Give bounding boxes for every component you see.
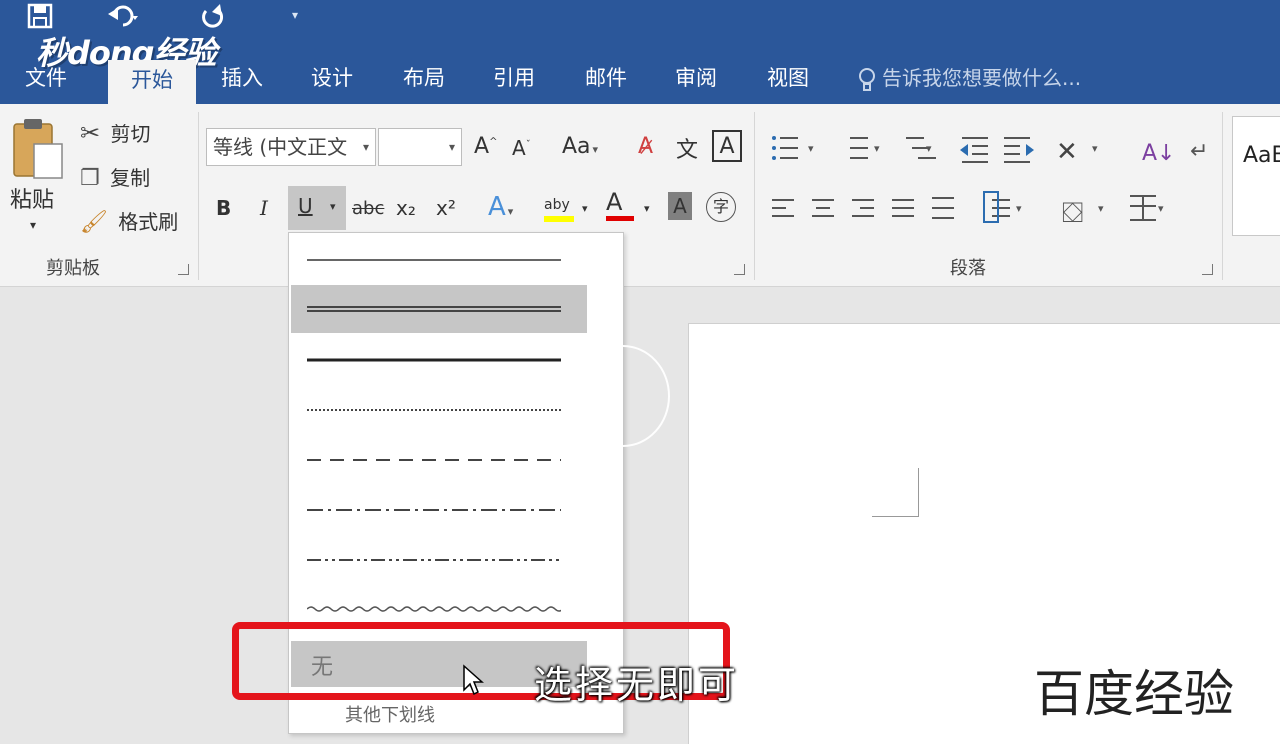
margin-corner-mark [872,468,919,517]
lightbulb-icon [859,67,875,91]
character-shading-button[interactable]: A [668,192,692,220]
chevron-down-icon[interactable]: ▾ [582,202,588,215]
clipboard-group-label: 剪贴板 [46,258,100,279]
paragraph-launcher-icon[interactable] [1202,264,1213,275]
svg-text:▾: ▾ [874,142,880,155]
mouse-cursor-icon [463,664,484,696]
enclose-characters-button[interactable]: 字 [706,192,736,222]
clear-formatting-icon[interactable]: A̷ [638,134,653,159]
video-subtitle: 选择无即可 [534,663,740,707]
subscript-button[interactable]: x₂ [396,196,416,220]
phonetic-guide-button[interactable]: 文 [676,132,698,164]
paragraph-icons[interactable]: ▾ ▾ ▾ ▾ ▾ ▾ ▾ ✕ A↓ ↵ ⛋ [766,130,1226,230]
font-color-label: A [606,188,623,216]
underline-option-dashed[interactable] [291,435,587,483]
chevron-down-icon: ▾ [330,200,336,213]
highlight-color-button[interactable]: aby [544,190,574,222]
font-color-swatch [606,216,634,221]
copy-label: 复制 [110,166,151,190]
underline-option-single[interactable] [291,235,587,283]
italic-button[interactable]: I [260,196,268,220]
tab-review[interactable]: 审阅 [666,58,726,104]
svg-text:⛋: ⛋ [1062,196,1083,229]
group-separator [754,112,755,280]
grow-font-button[interactable]: A^ [474,134,497,159]
paste-label[interactable]: 粘贴 [10,182,54,214]
group-separator [1222,112,1223,280]
tab-layout[interactable]: 布局 [394,58,454,104]
paste-button[interactable] [10,116,66,189]
underline-option-dash-dot[interactable] [291,485,587,533]
tab-file[interactable]: 文件 [14,58,78,104]
more-underlines-item[interactable]: 其他下划线 [345,701,435,727]
tell-me-search[interactable]: 告诉我您想要做什么... [858,58,1081,98]
font-size-select[interactable]: ▾ [378,128,462,166]
svg-text:✕: ✕ [1056,137,1078,167]
tab-home[interactable]: 开始 [108,60,196,104]
tab-references[interactable]: 引用 [484,58,544,104]
character-border-icon[interactable]: A [712,130,742,162]
tab-mailings[interactable]: 邮件 [576,58,636,104]
chevron-down-icon: ▾ [448,140,455,154]
underline-option-dash-dot-dot[interactable] [291,535,587,583]
chevron-down-icon[interactable]: ▾ [644,202,650,215]
underline-option-dotted[interactable] [291,385,587,433]
format-painter-label: 格式刷 [118,210,179,234]
svg-text:▾: ▾ [1158,202,1164,215]
copy-button[interactable]: ❐ 复制 [80,162,150,191]
copy-icon: ❐ [80,166,100,191]
chevron-down-icon: ▾ [507,205,514,218]
change-case-button[interactable]: Aa ▾ [562,134,598,159]
svg-text:▾: ▾ [926,142,932,155]
chevron-down-icon: ▾ [592,143,599,156]
svg-text:▾: ▾ [808,142,814,155]
clipboard-icon [13,119,63,179]
change-case-label: Aa [562,134,591,159]
styles-gallery[interactable]: AaB [1232,116,1280,236]
format-painter-button[interactable]: 🖌 格式刷 [80,206,178,235]
svg-text:↵: ↵ [1190,139,1208,164]
cut-button[interactable]: ✂ 剪切 [80,118,150,147]
svg-text:▾: ▾ [1092,142,1098,155]
tab-insert[interactable]: 插入 [212,58,272,104]
tab-view[interactable]: 视图 [758,58,818,104]
paragraph-group-label: 段落 [950,258,986,279]
style-preview-text: AaB [1243,143,1280,168]
cut-label: 剪切 [110,122,151,146]
font-name-value: 等线 (中文正文 [213,135,348,159]
tab-design[interactable]: 设计 [302,58,362,104]
strikethrough-button[interactable]: abc [352,198,384,219]
customize-qat-icon[interactable]: ▾ [292,8,298,22]
shrink-font-button[interactable]: Aˇ [512,136,531,160]
underline-option-thick[interactable] [291,335,587,383]
highlight-label: aby [544,197,570,213]
svg-text:A↓: A↓ [1142,141,1175,166]
underline-option-double[interactable] [291,285,587,333]
svg-text:▾: ▾ [1098,202,1104,215]
underline-label: U [298,194,313,218]
font-color-button[interactable]: A [606,188,634,221]
paintbrush-icon: 🖌 [80,210,108,235]
scissors-icon: ✂ [80,119,101,147]
clipboard-launcher-icon[interactable] [178,264,189,275]
text-effects-icon[interactable]: A ▾ [488,192,513,222]
highlighter-icon [544,216,574,222]
chevron-down-icon: ▾ [362,140,369,154]
document-text: 百度经验 [1034,665,1234,723]
superscript-button[interactable]: x² [436,196,456,220]
paste-dropdown-icon[interactable]: ▾ [30,218,36,232]
phonetic-guide-label: 文 [676,138,699,163]
font-launcher-icon[interactable] [734,264,745,275]
group-separator [198,112,199,280]
font-name-select[interactable]: 等线 (中文正文 ▾ [206,128,376,166]
bold-button[interactable]: B [216,196,231,220]
tell-me-text: 告诉我您想要做什么... [882,66,1082,90]
underline-button[interactable]: U ▾ [288,186,346,230]
svg-text:▾: ▾ [1016,202,1022,215]
